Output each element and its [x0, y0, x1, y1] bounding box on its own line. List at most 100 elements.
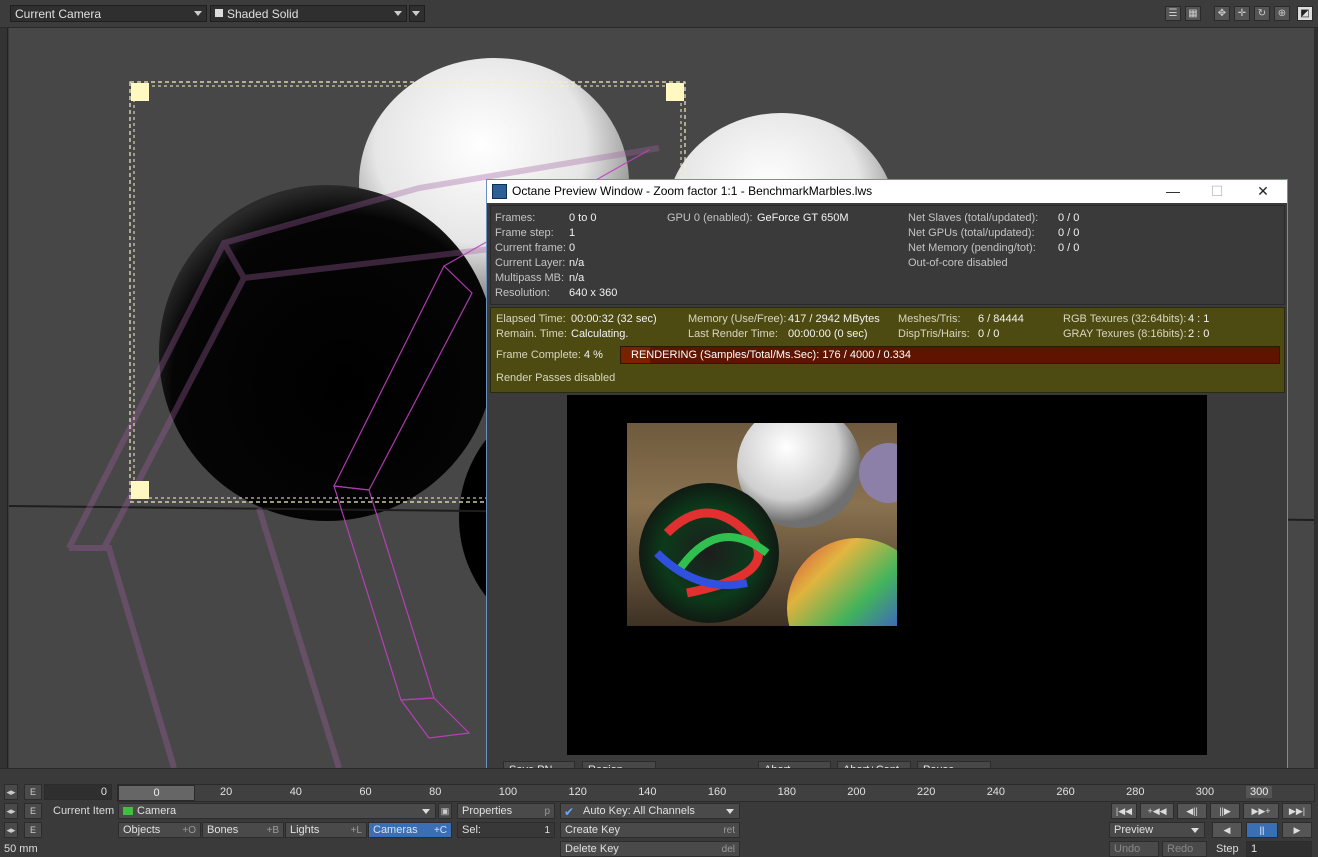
- lens-focal-length: 50 mm: [4, 843, 38, 855]
- item-e-button[interactable]: E: [24, 803, 42, 819]
- shading-dropdown[interactable]: Shaded Solid: [210, 5, 407, 22]
- net-info-label: Net Memory (pending/tot):: [908, 242, 1036, 254]
- preview-dropdown[interactable]: Preview: [1109, 822, 1205, 838]
- minimize-icon[interactable]: —: [1164, 182, 1182, 200]
- render-stats-panel: Elapsed Time: 00:00:32 (32 sec) Remain. …: [490, 307, 1285, 393]
- properties-button[interactable]: Properties p: [457, 803, 555, 819]
- lights-shortcut: +L: [350, 825, 362, 836]
- timeline-tick-label: 200: [847, 786, 866, 798]
- timeline-slider[interactable]: 0 20 40 60 80 100 120 140 160 180 200 220 240 260 280…: [117, 784, 1315, 802]
- envelope-e-button[interactable]: E: [24, 784, 42, 800]
- create-key-button[interactable]: Create Key ret: [560, 822, 740, 838]
- gray-textures-value: 2 : 0: [1188, 328, 1210, 340]
- lights-button[interactable]: Lights +L: [285, 822, 367, 838]
- right-edge-strip: [1314, 28, 1318, 785]
- prev-key-icon[interactable]: +◀◀: [1140, 803, 1174, 819]
- render-progress-bar: RENDERING (Samples/Total/Ms.Sec): 176 / …: [620, 346, 1280, 364]
- frame-corner-handle[interactable]: [131, 481, 149, 499]
- maximize-viewport-icon[interactable]: ◩: [1297, 6, 1313, 21]
- item-arrows-icon[interactable]: ◂▸: [4, 803, 18, 819]
- info-value: 0: [569, 242, 576, 254]
- zoom-icon[interactable]: ⊕: [1274, 6, 1290, 21]
- frame-corner-handle[interactable]: [131, 83, 149, 101]
- timeline-tick-label: 300: [1195, 786, 1215, 798]
- last-frame-icon[interactable]: ▶▶|: [1282, 803, 1312, 819]
- timeline-slider-knob[interactable]: 0: [118, 785, 195, 801]
- bottom-control-panel: ◂▸ E 0 0 20 40 60 80 100 120 140 160 180 200 220 24…: [0, 768, 1318, 857]
- rotate-icon[interactable]: ↻: [1254, 6, 1270, 21]
- timeline-tick-label: 260: [1056, 786, 1075, 798]
- render-info-panel: Frames: 0 to 0 Frame step: 1 Current frame: 0…: [490, 205, 1285, 305]
- render-canvas[interactable]: [567, 395, 1207, 755]
- timeline-tick-label: 20: [220, 786, 233, 798]
- chevron-down-icon: [726, 809, 734, 814]
- selection-e-button[interactable]: E: [24, 822, 42, 838]
- net-info-value: 0 / 0: [1058, 227, 1080, 239]
- view-options-dropdown[interactable]: [409, 5, 425, 22]
- pan-icon[interactable]: ✛: [1234, 6, 1250, 21]
- timeline-arrows-icon[interactable]: ◂▸: [4, 784, 18, 800]
- timeline-tick-label: 120: [568, 786, 587, 798]
- meshes-label: Meshes/Tris:: [898, 313, 961, 325]
- maximize-icon[interactable]: ☐: [1208, 182, 1226, 200]
- cameras-shortcut: +C: [433, 825, 447, 836]
- timeline-tick-label: 100: [498, 786, 518, 798]
- viewport-settings-icon[interactable]: ▦: [1185, 6, 1201, 21]
- sel-value: 1: [544, 825, 550, 836]
- left-toolbar-strip: [0, 28, 8, 785]
- current-item-dropdown[interactable]: Camera: [118, 803, 436, 819]
- objects-button[interactable]: Objects +O: [118, 822, 201, 838]
- next-frame-icon[interactable]: ||▶: [1210, 803, 1240, 819]
- selection-arrows-icon[interactable]: ◂▸: [4, 822, 18, 838]
- prev-frame-icon[interactable]: ◀||: [1177, 803, 1207, 819]
- bones-button[interactable]: Bones +B: [202, 822, 284, 838]
- auto-key-dropdown[interactable]: ✔ Auto Key: All Channels: [560, 803, 740, 819]
- timeline-tick-label: 40: [289, 786, 302, 798]
- memory-label: Memory (Use/Free):: [688, 313, 787, 325]
- play-forward-icon[interactable]: ▶: [1282, 822, 1312, 838]
- move-icon[interactable]: ✥: [1214, 6, 1230, 21]
- gpu-label: GPU 0 (enabled):: [667, 212, 753, 224]
- memory-value: 417 / 2942 MBytes: [788, 313, 880, 325]
- octane-preview-window[interactable]: Octane Preview Window - Zoom factor 1:1 …: [486, 179, 1288, 787]
- meshes-value: 6 / 84444: [978, 313, 1024, 325]
- check-icon: ✔: [564, 805, 575, 819]
- info-label: Frame step:: [495, 227, 554, 239]
- elapsed-value: 00:00:32 (32 sec): [571, 313, 657, 325]
- rendered-image: [627, 423, 897, 626]
- view-mode-dropdown[interactable]: Current Camera: [10, 5, 207, 22]
- objects-shortcut: +O: [182, 825, 196, 836]
- close-icon[interactable]: ✕: [1254, 182, 1272, 200]
- next-key-icon[interactable]: ▶▶+: [1243, 803, 1279, 819]
- timeline-tick-label: 180: [777, 786, 796, 798]
- item-list-icon[interactable]: ▣: [438, 803, 452, 819]
- timeline-tick-label: 240: [986, 786, 1006, 798]
- properties-shortcut: p: [544, 806, 550, 817]
- cameras-button[interactable]: Cameras +C: [368, 822, 452, 838]
- redo-label: Redo: [1167, 843, 1194, 855]
- properties-label: Properties: [462, 805, 513, 817]
- play-reverse-icon[interactable]: ◀: [1212, 822, 1242, 838]
- pause-play-icon[interactable]: ||: [1246, 822, 1278, 838]
- timeline-tick-label: 280: [1126, 786, 1145, 798]
- timeline-tick-label: 220: [917, 786, 936, 798]
- timeline-tick-label: 140: [638, 786, 657, 798]
- first-frame-icon[interactable]: |◀◀: [1111, 803, 1137, 819]
- last-render-value: 00:00:00 (0 sec): [788, 328, 868, 340]
- rgb-textures-value: 4 : 1: [1188, 313, 1210, 325]
- net-info-label: Out-of-core disabled: [908, 257, 1008, 269]
- window-titlebar[interactable]: Octane Preview Window - Zoom factor 1:1 …: [487, 180, 1287, 203]
- rendering-status: RENDERING (Samples/Total/Ms.Sec): 176 / …: [631, 349, 912, 361]
- list-icon[interactable]: ☰: [1165, 6, 1181, 21]
- create-key-label: Create Key: [565, 824, 621, 836]
- auto-key-label: Auto Key: All Channels: [583, 805, 695, 817]
- chevron-down-icon: [194, 11, 202, 16]
- info-label: Current Layer:: [495, 257, 566, 269]
- camera-icon: [123, 807, 133, 815]
- info-value: 640 x 360: [569, 287, 618, 299]
- viewport-header: Current Camera Shaded Solid ☰ ▦ ✥ ✛ ↻ ⊕ …: [0, 0, 1318, 28]
- net-info-label: Net GPUs (total/updated):: [908, 227, 1035, 239]
- info-value: n/a: [569, 257, 585, 269]
- current-frame-field[interactable]: 0: [44, 784, 112, 800]
- frame-corner-handle[interactable]: [666, 83, 684, 101]
